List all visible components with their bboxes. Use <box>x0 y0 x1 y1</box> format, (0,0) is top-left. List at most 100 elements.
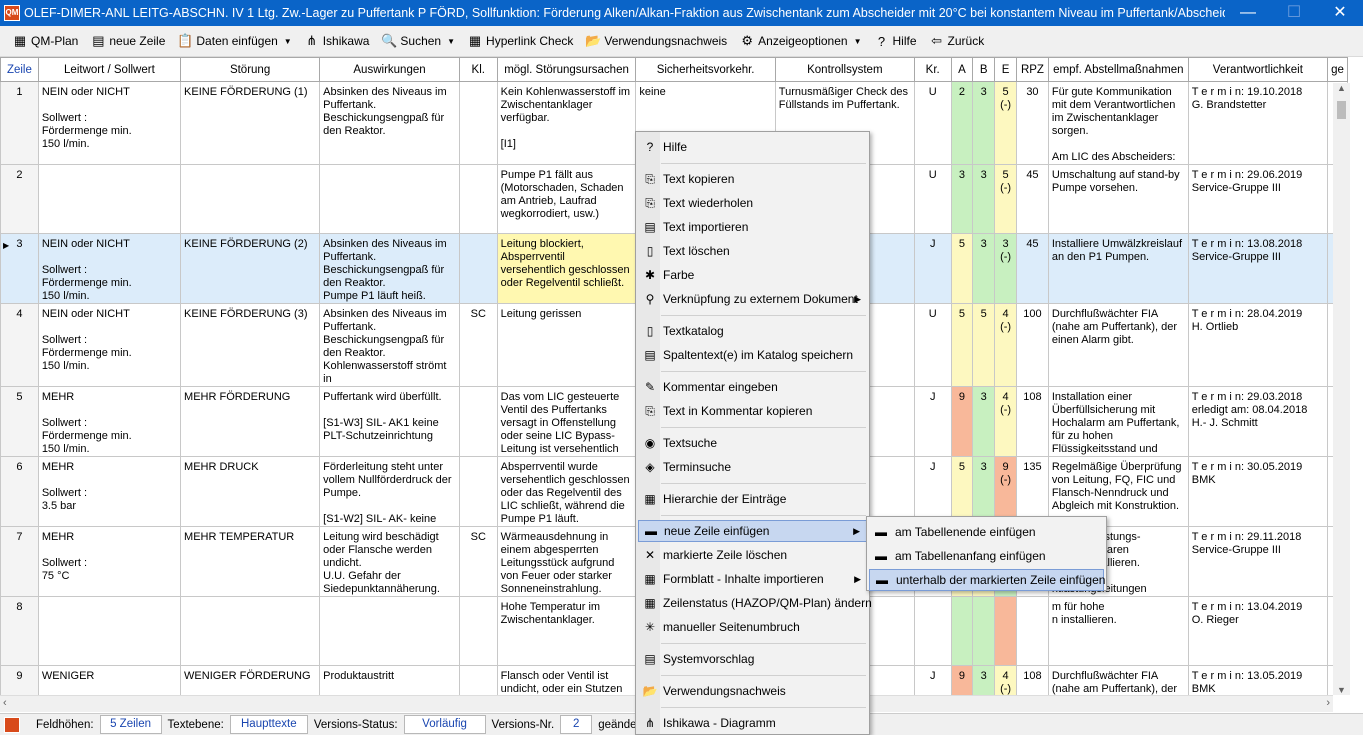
cell-b[interactable]: 3 <box>972 164 996 234</box>
cell-rpz[interactable]: 100 <box>1016 303 1049 387</box>
menu-item-farbe[interactable]: ✱ Farbe <box>638 264 867 286</box>
cell-kl[interactable] <box>458 164 498 234</box>
cell-e[interactable]: 4 (-) <box>994 303 1017 387</box>
cell-ursachen[interactable]: Leitung blockiert, Absperrventil versehe… <box>496 233 637 304</box>
cell-ursachen[interactable]: Leitung gerissen <box>496 303 637 387</box>
menu-item-terminsuche[interactable]: ◈ Terminsuche <box>638 456 867 478</box>
cell-kr[interactable]: U <box>913 164 952 234</box>
cell-a[interactable]: 9 <box>950 386 974 457</box>
cell-kl[interactable]: SC <box>458 526 498 597</box>
cell-rpz[interactable] <box>1016 596 1049 666</box>
cell-a[interactable] <box>950 596 974 666</box>
cell-stoerung[interactable]: KEINE FÖRDERUNG (2) <box>180 233 321 304</box>
cell-kl[interactable] <box>458 596 498 666</box>
toolbar-anzeigeoptionen-button[interactable]: ⚙ Anzeigeoptionen ▼ <box>739 33 861 49</box>
cell-kl[interactable]: SC <box>458 303 498 387</box>
column-header[interactable]: E <box>994 57 1017 82</box>
toolbar-hyperlink-check-button[interactable]: ▦ Hyperlink Check <box>467 33 574 49</box>
menu-item-zeilenstatus-hazop-qm-plan-ändern[interactable]: ▦ Zeilenstatus (HAZOP/QM-Plan) ändern <box>638 592 871 614</box>
menu-item-neue-zeile-einfügen[interactable]: ▬ neue Zeile einfügen ▶ <box>638 520 867 542</box>
minimize-button[interactable]: — <box>1225 0 1271 26</box>
cell-auswirkungen[interactable]: Absinken des Niveaus im Puffertank. Besc… <box>319 81 460 165</box>
scroll-right-icon[interactable]: › <box>1326 697 1330 709</box>
cell-rpz[interactable]: 30 <box>1016 81 1049 165</box>
cell-ursachen[interactable]: Kein Kohlenwasserstoff im Zwischentankla… <box>496 81 637 165</box>
cell-kr[interactable]: U <box>913 303 952 387</box>
column-header[interactable]: mögl. Störungsursachen <box>496 57 637 82</box>
toolbar-qm-plan-button[interactable]: ▦ QM-Plan <box>12 33 79 49</box>
cell-b[interactable] <box>972 596 996 666</box>
cell-stoerung[interactable]: KEINE FÖRDERUNG (1) <box>180 81 321 165</box>
scroll-down-icon[interactable]: ▼ <box>1333 685 1350 695</box>
cell-rpz[interactable]: 45 <box>1016 164 1049 234</box>
cell-ursachen[interactable]: Das vom LIC gesteuerte Ventil des Puffer… <box>496 386 637 457</box>
textebene-field[interactable]: Haupttexte <box>229 715 308 734</box>
cell-leitwort[interactable]: MEHR Sollwert : 75 °C <box>37 526 182 597</box>
cell-kr[interactable]: U <box>913 81 952 165</box>
menu-item-ishikawa-diagramm[interactable]: ⋔ Ishikawa - Diagramm <box>638 712 867 734</box>
cell-nr[interactable]: 9 <box>0 665 39 695</box>
column-header[interactable]: Kontrollsystem <box>774 57 915 82</box>
menu-item-systemvorschlag[interactable]: ▤ Systemvorschlag <box>638 648 867 670</box>
cell-stoerung[interactable]: KEINE FÖRDERUNG (3) <box>180 303 321 387</box>
toolbar-hilfe-button[interactable]: ? Hilfe <box>874 33 917 49</box>
cell-rpz[interactable]: 45 <box>1016 233 1049 304</box>
cell-verantw[interactable]: T e r m i n: 28.04.2019 H. Ortlieb <box>1187 303 1328 387</box>
column-header[interactable]: Verantwortlichkeit <box>1187 57 1328 82</box>
cell-kl[interactable] <box>458 665 498 695</box>
cell-leitwort[interactable]: NEIN oder NICHT Sollwert : Fördermenge m… <box>37 81 182 165</box>
menu-item-text-in-kommentar-kopieren[interactable]: ⎘ Text in Kommentar kopieren <box>638 400 867 422</box>
toolbar-neue-zeile-button[interactable]: ▤ neue Zeile <box>90 33 165 49</box>
cell-nr[interactable]: 3 ▶ <box>0 233 39 304</box>
cell-kl[interactable] <box>458 233 498 304</box>
cell-massnahmen[interactable]: Durchflußwächter FIA (nahe am Puffertank… <box>1047 303 1189 387</box>
column-header[interactable]: Störung <box>180 57 321 82</box>
cell-rpz[interactable]: 108 <box>1016 386 1049 457</box>
cell-nr[interactable]: 8 <box>0 596 39 666</box>
menu-item-manueller-seitenumbruch[interactable]: ✳ manueller Seitenumbruch <box>638 616 867 638</box>
cell-b[interactable]: 3 <box>972 81 996 165</box>
menu-item-verwendungsnachweis[interactable]: 📂 Verwendungsnachweis <box>638 680 867 702</box>
cell-a[interactable]: 5 <box>950 233 974 304</box>
cell-verantw[interactable]: T e r m i n: 19.10.2018 G. Brandstetter <box>1187 81 1328 165</box>
cell-e[interactable]: 5 (-) <box>994 164 1017 234</box>
maximize-button[interactable]: ☐ <box>1271 0 1317 26</box>
cell-b[interactable]: 5 <box>972 303 996 387</box>
dropdown-arrow-icon[interactable]: ▼ <box>447 37 455 46</box>
cell-auswirkungen[interactable]: Leitung wird beschädigt oder Flansche we… <box>319 526 460 597</box>
scroll-up-icon[interactable]: ▲ <box>1333 83 1350 93</box>
column-header[interactable]: B <box>972 57 996 82</box>
scroll-thumb[interactable] <box>1337 101 1346 119</box>
menu-item-verknüpfung-zu-externem-dokument[interactable]: ⚲ Verknüpfung zu externem Dokument ▶ <box>638 288 867 310</box>
cell-e[interactable]: 4 (-) <box>994 386 1017 457</box>
cell-auswirkungen[interactable]: Produktaustritt [S1-W3] SIL- AK1 keine P… <box>319 665 460 695</box>
cell-b[interactable]: 3 <box>972 233 996 304</box>
cell-auswirkungen[interactable]: Absinken des Niveaus im Puffertank. Besc… <box>319 303 460 387</box>
cell-ursachen[interactable]: Pumpe P1 fällt aus (Motorschaden, Schade… <box>496 164 637 234</box>
menu-item-text-löschen[interactable]: ▯ Text löschen <box>638 240 867 262</box>
cell-stoerung[interactable]: WENIGER FÖRDERUNG <box>180 665 321 695</box>
cell-auswirkungen[interactable]: Puffertank wird überfüllt. [S1-W3] SIL- … <box>319 386 460 457</box>
menu-item-spaltentext-e-im-katalog-speichern[interactable]: ▤ Spaltentext(e) im Katalog speichern <box>638 344 867 366</box>
cell-auswirkungen[interactable] <box>319 596 460 666</box>
cell-leitwort[interactable]: MEHR Sollwert : 3.5 bar <box>37 456 182 527</box>
menu-item-text-wiederholen[interactable]: ⎘ Text wiederholen <box>638 192 867 214</box>
column-header[interactable]: Zeile <box>0 57 39 82</box>
menu-item-text-importieren[interactable]: ▤ Text importieren <box>638 216 867 238</box>
cell-leitwort[interactable]: NEIN oder NICHT Sollwert : Fördermenge m… <box>37 303 182 387</box>
column-header[interactable]: Kr. <box>913 57 952 82</box>
submenu-item[interactable]: ▬ am Tabellenanfang einfügen <box>869 545 1104 567</box>
cell-massnahmen[interactable]: Installiere Umwälzkreislauf an den P1 Pu… <box>1047 233 1189 304</box>
toolbar-ishikawa-button[interactable]: ⋔ Ishikawa <box>304 33 369 49</box>
cell-e[interactable] <box>994 596 1017 666</box>
menu-item-text-kopieren[interactable]: ⎘ Text kopieren <box>638 168 867 190</box>
cell-nr[interactable]: 2 <box>0 164 39 234</box>
cell-ursachen[interactable]: Hohe Temperatur im Zwischentanklager. <box>496 596 637 666</box>
toolbar-suchen-button[interactable]: 🔍 Suchen ▼ <box>381 33 455 49</box>
cell-kl[interactable] <box>458 456 498 527</box>
toolbar-verwendungsnachweis-button[interactable]: 📂 Verwendungsnachweis <box>585 33 727 49</box>
cell-verantw[interactable]: T e r m i n: 29.03.2018 erledigt am: 08.… <box>1187 386 1328 457</box>
feldhoehen-field[interactable]: 5 Zeilen <box>99 715 162 734</box>
menu-item-hierarchie-der-einträge[interactable]: ▦ Hierarchie der Einträge <box>638 488 867 510</box>
cell-stoerung[interactable]: MEHR FÖRDERUNG <box>180 386 321 457</box>
